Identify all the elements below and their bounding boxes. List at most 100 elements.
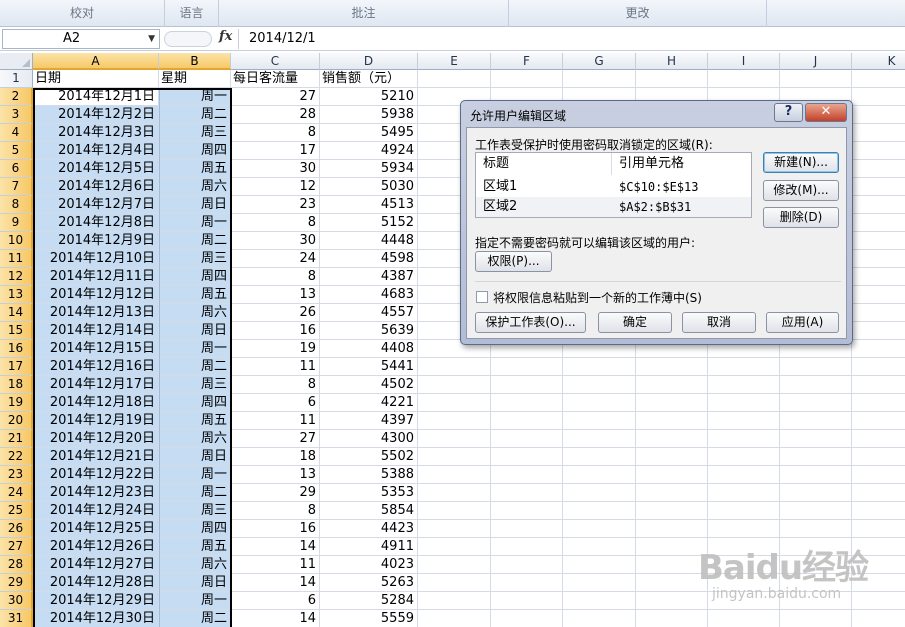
cell[interactable]	[491, 412, 563, 430]
cell[interactable]	[418, 412, 491, 430]
row-header[interactable]: 13	[0, 286, 33, 304]
cell[interactable]	[852, 160, 905, 178]
cell[interactable]: 2014年12月6日	[33, 178, 159, 196]
row-header[interactable]: 1	[0, 70, 33, 88]
permissions-button[interactable]: 权限(P)...	[475, 251, 552, 272]
row-header[interactable]: 15	[0, 322, 33, 340]
cell[interactable]: 5495	[320, 124, 418, 142]
cell[interactable]	[636, 412, 708, 430]
cell[interactable]: 5284	[320, 592, 418, 610]
cell[interactable]	[418, 448, 491, 466]
cell[interactable]: 2014年12月19日	[33, 412, 159, 430]
cell[interactable]	[852, 412, 905, 430]
cell[interactable]	[708, 466, 780, 484]
cell[interactable]: 2014年12月10日	[33, 250, 159, 268]
cell[interactable]: 5263	[320, 574, 418, 592]
cell[interactable]: 24	[231, 250, 320, 268]
cell[interactable]: 周日	[159, 574, 231, 592]
row-header[interactable]: 9	[0, 214, 33, 232]
cell[interactable]: 4557	[320, 304, 418, 322]
cell[interactable]	[852, 430, 905, 448]
row-header[interactable]: 27	[0, 538, 33, 556]
cell[interactable]	[418, 538, 491, 556]
cell[interactable]: 18	[231, 448, 320, 466]
cell[interactable]: 4221	[320, 394, 418, 412]
cell[interactable]	[491, 574, 563, 592]
cell[interactable]	[418, 70, 491, 88]
cell[interactable]: 周六	[159, 556, 231, 574]
cell[interactable]: 2014年12月15日	[33, 340, 159, 358]
cell[interactable]	[852, 466, 905, 484]
cell[interactable]: 11	[231, 358, 320, 376]
cell[interactable]	[491, 556, 563, 574]
cell[interactable]: 12	[231, 178, 320, 196]
cell[interactable]: 周四	[159, 394, 231, 412]
cell[interactable]: 2014年12月30日	[33, 610, 159, 627]
cell[interactable]: 2014年12月11日	[33, 268, 159, 286]
cell[interactable]	[780, 394, 852, 412]
cell[interactable]: 2014年12月9日	[33, 232, 159, 250]
cell[interactable]: 4300	[320, 430, 418, 448]
column-header[interactable]: K	[852, 53, 905, 70]
cell[interactable]	[852, 88, 905, 106]
cell[interactable]	[418, 376, 491, 394]
cell[interactable]	[852, 520, 905, 538]
cell[interactable]	[708, 358, 780, 376]
cell[interactable]	[780, 70, 852, 88]
row-header[interactable]: 24	[0, 484, 33, 502]
column-header[interactable]: I	[708, 53, 780, 70]
cell[interactable]	[491, 466, 563, 484]
cell[interactable]	[563, 502, 636, 520]
cell[interactable]: 2014年12月28日	[33, 574, 159, 592]
cell[interactable]	[780, 430, 852, 448]
cell[interactable]	[563, 484, 636, 502]
cell[interactable]: 14	[231, 610, 320, 627]
cell[interactable]: 6	[231, 394, 320, 412]
cell[interactable]	[491, 484, 563, 502]
cell[interactable]: 周四	[159, 268, 231, 286]
cell[interactable]: 周二	[159, 106, 231, 124]
cell[interactable]	[491, 394, 563, 412]
cell[interactable]	[491, 448, 563, 466]
cell[interactable]	[852, 286, 905, 304]
cell[interactable]: 4502	[320, 376, 418, 394]
column-header[interactable]: D	[320, 53, 418, 70]
cell[interactable]: 8	[231, 376, 320, 394]
cell[interactable]	[780, 448, 852, 466]
cell[interactable]: 2014年12月1日	[33, 88, 159, 106]
cell[interactable]: 4924	[320, 142, 418, 160]
formula-bar-divider[interactable]	[164, 31, 212, 47]
cancel-button[interactable]: 取消	[682, 312, 756, 333]
row-header[interactable]: 23	[0, 466, 33, 484]
cell[interactable]	[636, 376, 708, 394]
cell[interactable]: 5030	[320, 178, 418, 196]
cell[interactable]: 4513	[320, 196, 418, 214]
cell[interactable]: 每日客流量	[231, 70, 320, 88]
chevron-down-icon[interactable]: ▼	[148, 30, 155, 48]
cell[interactable]: 4397	[320, 412, 418, 430]
paste-permissions-checkbox[interactable]	[476, 291, 488, 303]
row-header[interactable]: 2	[0, 88, 33, 106]
cell[interactable]	[418, 466, 491, 484]
cell[interactable]: 周三	[159, 376, 231, 394]
list-item[interactable]: 区域2 $A$2:$B$31	[476, 197, 751, 217]
column-header[interactable]: J	[780, 53, 852, 70]
cell[interactable]	[563, 394, 636, 412]
select-all-corner[interactable]	[0, 53, 33, 70]
cell[interactable]: 4387	[320, 268, 418, 286]
cell[interactable]	[418, 430, 491, 448]
cell[interactable]	[418, 394, 491, 412]
cell[interactable]: 4911	[320, 538, 418, 556]
cell[interactable]: 2014年12月2日	[33, 106, 159, 124]
cell[interactable]	[780, 412, 852, 430]
row-header[interactable]: 26	[0, 520, 33, 538]
cell[interactable]: 2014年12月8日	[33, 214, 159, 232]
cell[interactable]	[780, 376, 852, 394]
cell[interactable]	[563, 520, 636, 538]
cell[interactable]	[852, 70, 905, 88]
row-header[interactable]: 8	[0, 196, 33, 214]
row-header[interactable]: 20	[0, 412, 33, 430]
cell[interactable]	[491, 358, 563, 376]
cell[interactable]	[852, 322, 905, 340]
cell[interactable]: 周五	[159, 412, 231, 430]
